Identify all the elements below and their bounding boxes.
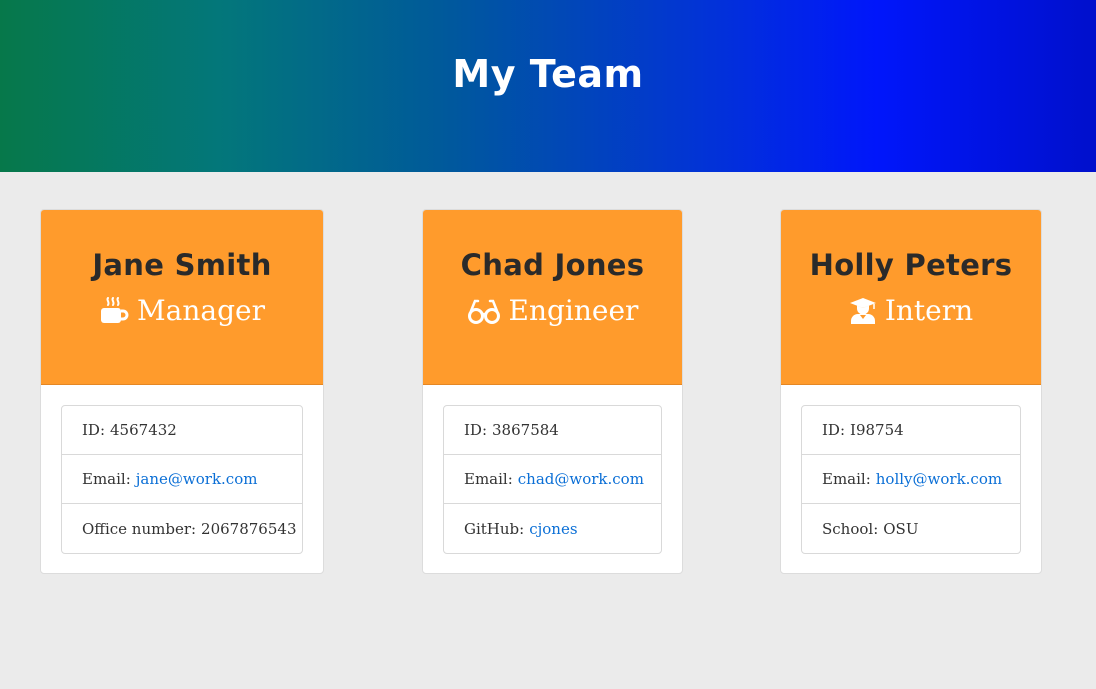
email-link[interactable]: jane@work.com [136, 470, 258, 488]
id-label: ID: [822, 421, 846, 439]
id-value: 4567432 [110, 421, 177, 439]
employee-card-engineer: Chad Jones Engineer ID: 3867584 Email: c… [422, 209, 683, 574]
email-label: Email: [464, 470, 513, 488]
glasses-icon [467, 299, 500, 324]
school-value: OSU [883, 519, 919, 538]
card-body: ID: 4567432 Email: jane@work.com Office … [41, 385, 323, 573]
role-label: Manager [137, 294, 265, 327]
employee-name: Holly Peters [809, 248, 1013, 282]
employee-card-intern: Holly Peters Intern ID: I98754 Email: ho… [780, 209, 1042, 574]
github-link[interactable]: cjones [529, 520, 577, 538]
employee-role: Intern [849, 294, 973, 327]
card-body: ID: 3867584 Email: chad@work.com GitHub:… [423, 385, 682, 573]
card-header: Chad Jones Engineer [423, 210, 682, 385]
info-list: ID: 4567432 Email: jane@work.com Office … [61, 405, 303, 554]
employee-role: Manager [99, 294, 265, 327]
office-number-label: Office number: [82, 519, 197, 538]
employee-role: Engineer [467, 294, 639, 327]
mug-icon [101, 296, 129, 323]
page-title: My Team [452, 52, 644, 96]
card-body: ID: I98754 Email: holly@work.com School:… [781, 385, 1041, 573]
id-value: 3867584 [492, 421, 559, 439]
email-link[interactable]: holly@work.com [876, 470, 1002, 488]
list-item-email: Email: chad@work.com [444, 455, 661, 504]
card-header: Jane Smith Manager [41, 210, 323, 385]
list-item-email: Email: holly@work.com [802, 455, 1020, 504]
email-label: Email: [82, 470, 131, 488]
role-label: Intern [884, 294, 974, 327]
school-label: School: [822, 519, 879, 538]
office-number-value: 2067876543 [201, 519, 297, 538]
employee-name: Chad Jones [460, 248, 645, 282]
list-item-github: GitHub: cjones [444, 504, 661, 553]
info-list: ID: I98754 Email: holly@work.com School:… [801, 405, 1021, 554]
role-label: Engineer [508, 294, 639, 327]
list-item-school: School: OSU [802, 504, 1020, 553]
info-list: ID: 3867584 Email: chad@work.com GitHub:… [443, 405, 662, 554]
graduate-icon [849, 297, 876, 324]
list-item-email: Email: jane@work.com [62, 455, 302, 504]
github-label: GitHub: [464, 519, 525, 538]
employee-card-manager: Jane Smith Manager ID: 4567432 Email: ja… [40, 209, 324, 574]
card-header: Holly Peters Intern [781, 210, 1041, 385]
email-label: Email: [822, 470, 871, 488]
id-label: ID: [82, 421, 106, 439]
employee-name: Jane Smith [92, 248, 272, 282]
page-header: My Team [0, 0, 1096, 172]
list-item-office-number: Office number: 2067876543 [62, 504, 302, 553]
list-item-id: ID: 3867584 [444, 406, 661, 455]
email-link[interactable]: chad@work.com [518, 470, 644, 488]
id-value: I98754 [850, 421, 904, 439]
list-item-id: ID: I98754 [802, 406, 1020, 455]
list-item-id: ID: 4567432 [62, 406, 302, 455]
id-label: ID: [464, 421, 488, 439]
